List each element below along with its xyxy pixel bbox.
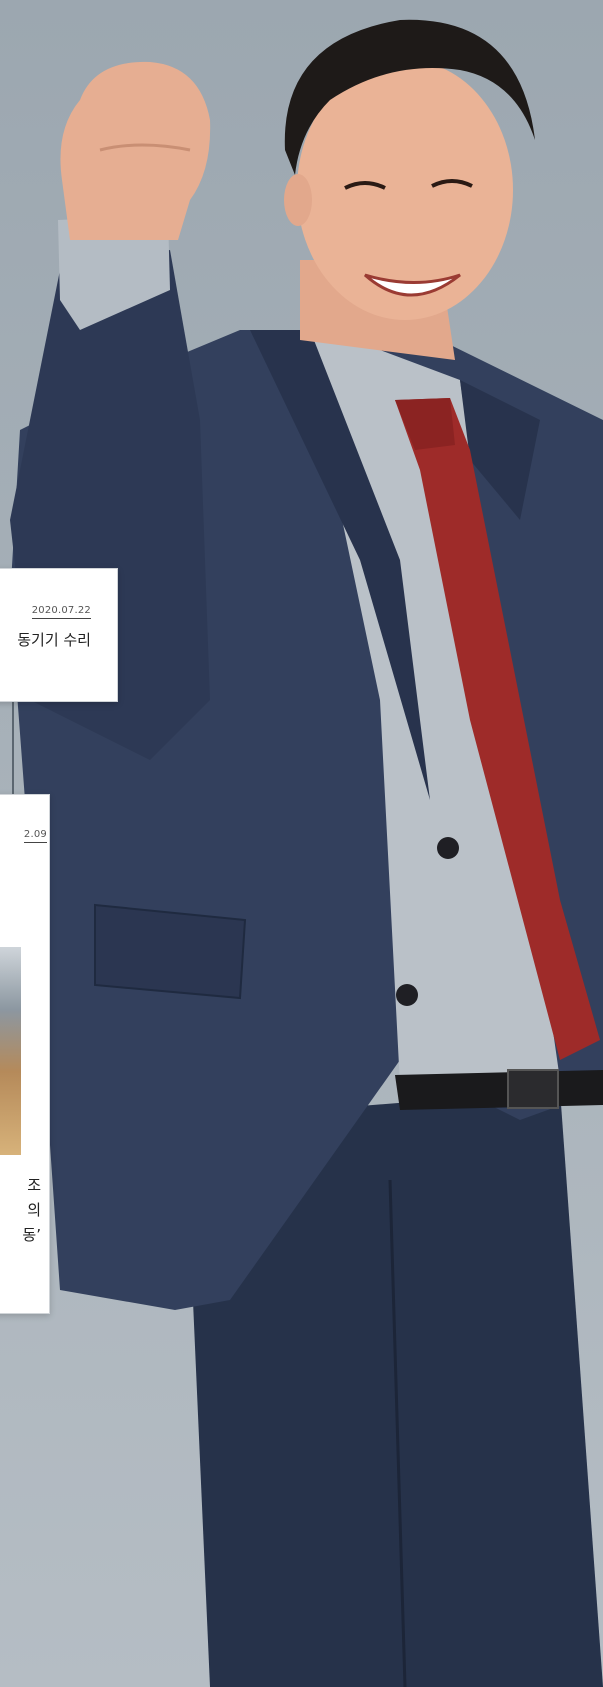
pocket-flap <box>94 903 247 1000</box>
excerpt-line: 동’ <box>22 1226 41 1244</box>
card-date: 2020.07.22 <box>31 605 91 619</box>
connector-line <box>12 702 14 794</box>
ear <box>284 174 312 226</box>
portrait-photo <box>10 19 603 1687</box>
card-excerpt: 조 의 동’ <box>22 1173 41 1248</box>
belt <box>395 1070 603 1110</box>
jacket-button <box>437 837 459 859</box>
news-card[interactable]: 2020.07.22 동기기 수리 <box>0 568 118 702</box>
jacket-button <box>396 984 418 1006</box>
belt-buckle <box>507 1069 559 1109</box>
news-card[interactable]: 2.09 조 의 동’ <box>0 794 50 1314</box>
excerpt-line: 의 <box>27 1201 41 1219</box>
card-thumbnail <box>0 947 21 1155</box>
card-date: 2.09 <box>23 829 47 843</box>
excerpt-line: 조 <box>27 1176 41 1194</box>
card-title: 동기기 수리 <box>17 631 91 649</box>
